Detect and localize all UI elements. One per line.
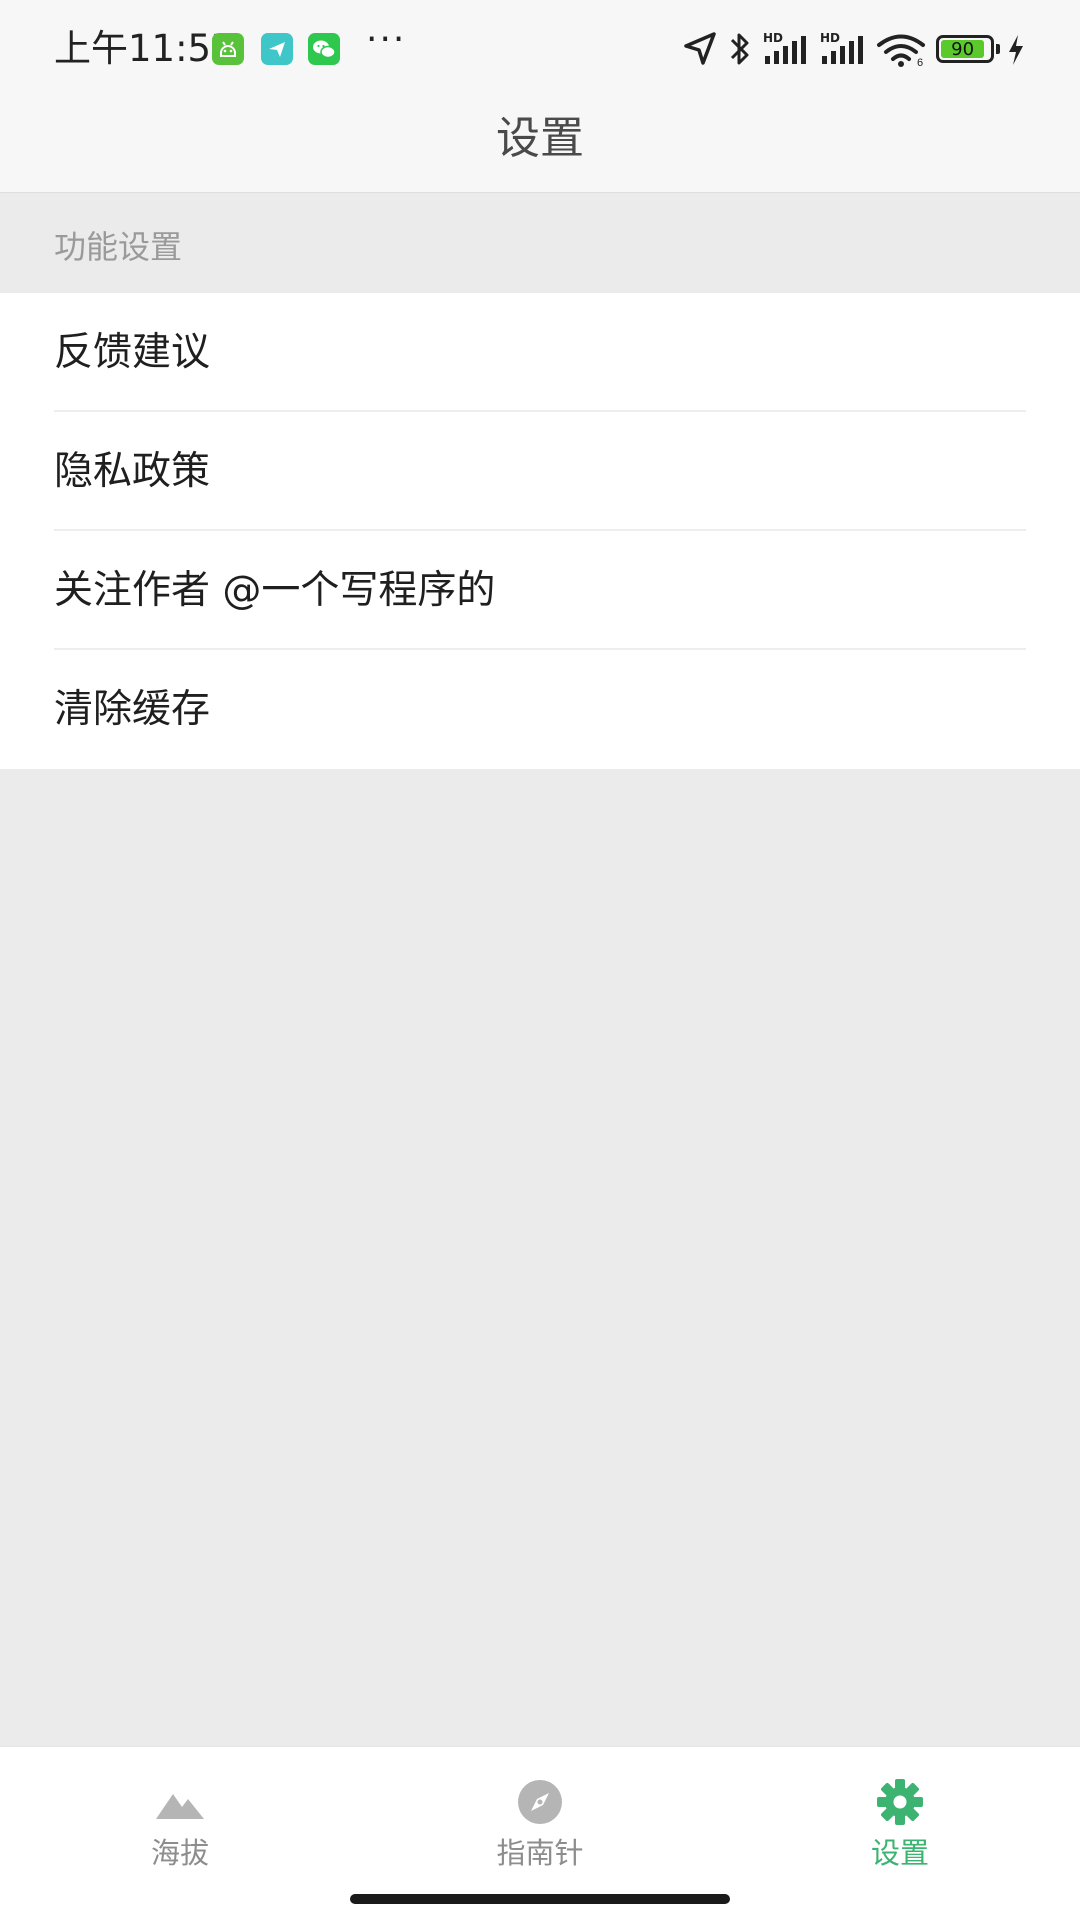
mountain-icon: [155, 1777, 205, 1827]
settings-item-label: 反馈建议: [54, 330, 211, 375]
compass-icon: [515, 1777, 565, 1827]
navigation-bar: 设置: [0, 100, 1080, 193]
settings-item-clear-cache[interactable]: 清除缓存: [0, 650, 1080, 769]
tab-label: 海拔: [150, 1836, 209, 1870]
wifi-icon: 6: [876, 32, 926, 68]
settings-item-label: 清除缓存: [54, 687, 211, 732]
send-arrow-icon: [261, 33, 293, 65]
charging-icon: [1006, 33, 1026, 67]
battery-fill: 90: [941, 39, 985, 60]
svg-text:6: 6: [917, 57, 923, 68]
battery-indicator: 90: [936, 35, 994, 63]
bluetooth-icon: [728, 30, 752, 68]
settings-item-follow-author[interactable]: 关注作者 @一个写程序的: [0, 531, 1080, 650]
section-header-label: 功能设置: [54, 228, 183, 266]
section-header: 功能设置: [0, 193, 1080, 293]
settings-list: 反馈建议 隐私政策 关注作者 @一个写程序的 清除缓存: [0, 293, 1080, 769]
signal-icon: [820, 34, 868, 66]
settings-item-privacy-policy[interactable]: 隐私政策: [0, 412, 1080, 531]
status-time: 上午11:57: [54, 27, 235, 70]
tab-compass[interactable]: 指南针: [360, 1747, 720, 1877]
settings-item-label: 关注作者 @一个写程序的: [54, 568, 496, 613]
gear-icon: [875, 1777, 925, 1827]
tab-settings[interactable]: 设置: [720, 1747, 1080, 1877]
status-bar: 上午11:57 ··· HD HD 6 90: [0, 0, 1080, 100]
tab-altitude[interactable]: 海拔: [0, 1747, 360, 1877]
more-notifications-icon: ···: [366, 19, 407, 60]
settings-item-label: 隐私政策: [54, 449, 211, 494]
settings-item-feedback[interactable]: 反馈建议: [0, 293, 1080, 412]
battery-tip: [996, 44, 1000, 54]
location-icon: [682, 30, 718, 68]
android-robot-icon: [212, 33, 244, 65]
page-title: 设置: [496, 113, 584, 164]
home-indicator[interactable]: [350, 1894, 730, 1904]
wechat-icon: [308, 33, 340, 65]
battery-level: 90: [951, 39, 975, 60]
tab-label: 指南针: [496, 1836, 584, 1870]
signal-icon: [763, 34, 811, 66]
tab-label: 设置: [870, 1836, 929, 1870]
